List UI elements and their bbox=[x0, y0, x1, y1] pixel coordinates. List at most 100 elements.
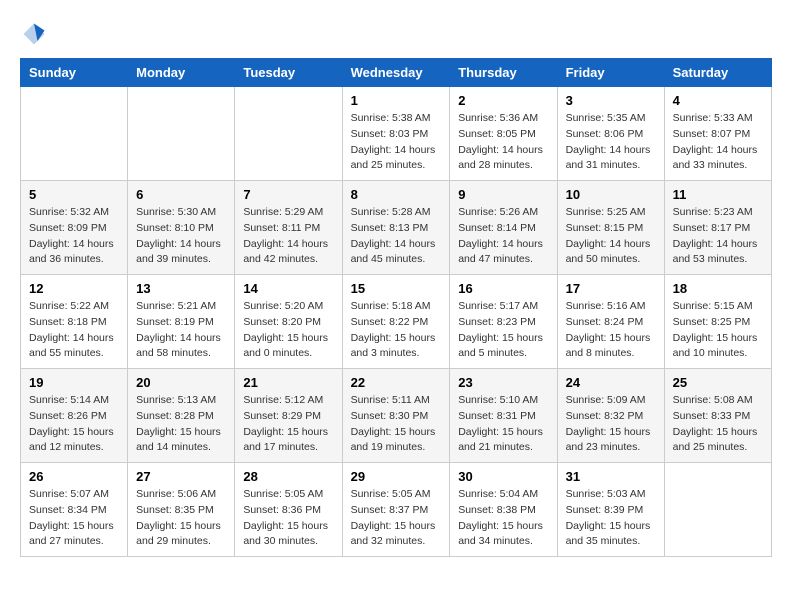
day-number: 19 bbox=[29, 375, 119, 390]
calendar-cell: 17 Sunrise: 5:16 AM Sunset: 8:24 PM Dayli… bbox=[557, 275, 664, 369]
day-number: 7 bbox=[243, 187, 333, 202]
day-number: 18 bbox=[673, 281, 763, 296]
day-info: Sunrise: 5:22 AM Sunset: 8:18 PM Dayligh… bbox=[29, 299, 119, 362]
calendar-cell bbox=[235, 87, 342, 181]
day-info: Sunrise: 5:14 AM Sunset: 8:26 PM Dayligh… bbox=[29, 393, 119, 456]
day-info: Sunrise: 5:08 AM Sunset: 8:33 PM Dayligh… bbox=[673, 393, 763, 456]
calendar-cell: 26Sunrise: 5:07 AM Sunset: 8:34 PM Dayli… bbox=[21, 463, 128, 557]
day-number: 9 bbox=[458, 187, 548, 202]
day-number: 23 bbox=[458, 375, 548, 390]
calendar-cell: 29 Sunrise: 5:05 AM Sunset: 8:37 PM Dayli… bbox=[342, 463, 450, 557]
weekday-header-sunday: Sunday bbox=[21, 59, 128, 87]
day-info: Sunrise: 5:26 AM Sunset: 8:14 PM Dayligh… bbox=[458, 205, 548, 268]
day-info: Sunrise: 5:17 AM Sunset: 8:23 PM Dayligh… bbox=[458, 299, 548, 362]
calendar-cell: 14Sunrise: 5:20 AM Sunset: 8:20 PM Dayli… bbox=[235, 275, 342, 369]
day-info: Sunrise: 5:23 AM Sunset: 8:17 PM Dayligh… bbox=[673, 205, 763, 268]
day-info: Sunrise: 5:09 AM Sunset: 8:32 PM Dayligh… bbox=[566, 393, 656, 456]
day-number: 10 bbox=[566, 187, 656, 202]
logo bbox=[20, 20, 52, 48]
calendar-cell: 19 Sunrise: 5:14 AM Sunset: 8:26 PM Dayli… bbox=[21, 369, 128, 463]
day-info: Sunrise: 5:36 AM Sunset: 8:05 PM Dayligh… bbox=[458, 111, 548, 174]
calendar-cell: 8 Sunrise: 5:28 AM Sunset: 8:13 PM Daylig… bbox=[342, 181, 450, 275]
day-number: 21 bbox=[243, 375, 333, 390]
day-info: Sunrise: 5:05 AM Sunset: 8:37 PM Dayligh… bbox=[351, 487, 442, 550]
day-number: 22 bbox=[351, 375, 442, 390]
day-info: Sunrise: 5:38 AM Sunset: 8:03 PM Dayligh… bbox=[351, 111, 442, 174]
calendar-cell: 30 Sunrise: 5:04 AM Sunset: 8:38 PM Dayli… bbox=[450, 463, 557, 557]
calendar-cell: 23 Sunrise: 5:10 AM Sunset: 8:31 PM Dayli… bbox=[450, 369, 557, 463]
day-info: Sunrise: 5:20 AM Sunset: 8:20 PM Dayligh… bbox=[243, 299, 333, 362]
calendar-cell: 12 Sunrise: 5:22 AM Sunset: 8:18 PM Dayli… bbox=[21, 275, 128, 369]
calendar-table: SundayMondayTuesdayWednesdayThursdayFrid… bbox=[20, 58, 772, 557]
calendar-cell: 20 Sunrise: 5:13 AM Sunset: 8:28 PM Dayli… bbox=[128, 369, 235, 463]
day-number: 17 bbox=[566, 281, 656, 296]
day-info: Sunrise: 5:05 AM Sunset: 8:36 PM Dayligh… bbox=[243, 487, 333, 550]
day-number: 24 bbox=[566, 375, 656, 390]
calendar-cell: 9 Sunrise: 5:26 AM Sunset: 8:14 PM Daylig… bbox=[450, 181, 557, 275]
day-info: Sunrise: 5:12 AM Sunset: 8:29 PM Dayligh… bbox=[243, 393, 333, 456]
calendar-cell: 11 Sunrise: 5:23 AM Sunset: 8:17 PM Dayli… bbox=[664, 181, 771, 275]
calendar-cell: 4Sunrise: 5:33 AM Sunset: 8:07 PM Daylig… bbox=[664, 87, 771, 181]
calendar-cell: 25Sunrise: 5:08 AM Sunset: 8:33 PM Dayli… bbox=[664, 369, 771, 463]
day-info: Sunrise: 5:32 AM Sunset: 8:09 PM Dayligh… bbox=[29, 205, 119, 268]
logo-icon bbox=[20, 20, 48, 48]
day-number: 20 bbox=[136, 375, 226, 390]
day-info: Sunrise: 5:13 AM Sunset: 8:28 PM Dayligh… bbox=[136, 393, 226, 456]
day-number: 31 bbox=[566, 469, 656, 484]
day-info: Sunrise: 5:04 AM Sunset: 8:38 PM Dayligh… bbox=[458, 487, 548, 550]
weekday-header-monday: Monday bbox=[128, 59, 235, 87]
day-number: 6 bbox=[136, 187, 226, 202]
day-number: 4 bbox=[673, 93, 763, 108]
day-number: 28 bbox=[243, 469, 333, 484]
day-info: Sunrise: 5:16 AM Sunset: 8:24 PM Dayligh… bbox=[566, 299, 656, 362]
day-number: 30 bbox=[458, 469, 548, 484]
calendar-cell: 28 Sunrise: 5:05 AM Sunset: 8:36 PM Dayli… bbox=[235, 463, 342, 557]
calendar-cell bbox=[21, 87, 128, 181]
day-info: Sunrise: 5:11 AM Sunset: 8:30 PM Dayligh… bbox=[351, 393, 442, 456]
weekday-header-friday: Friday bbox=[557, 59, 664, 87]
calendar-cell: 6 Sunrise: 5:30 AM Sunset: 8:10 PM Daylig… bbox=[128, 181, 235, 275]
day-info: Sunrise: 5:21 AM Sunset: 8:19 PM Dayligh… bbox=[136, 299, 226, 362]
day-info: Sunrise: 5:18 AM Sunset: 8:22 PM Dayligh… bbox=[351, 299, 442, 362]
calendar-cell: 3Sunrise: 5:35 AM Sunset: 8:06 PM Daylig… bbox=[557, 87, 664, 181]
day-info: Sunrise: 5:29 AM Sunset: 8:11 PM Dayligh… bbox=[243, 205, 333, 268]
day-number: 5 bbox=[29, 187, 119, 202]
day-number: 27 bbox=[136, 469, 226, 484]
week-row-5: 26Sunrise: 5:07 AM Sunset: 8:34 PM Dayli… bbox=[21, 463, 772, 557]
day-info: Sunrise: 5:10 AM Sunset: 8:31 PM Dayligh… bbox=[458, 393, 548, 456]
day-number: 13 bbox=[136, 281, 226, 296]
week-row-4: 19 Sunrise: 5:14 AM Sunset: 8:26 PM Dayli… bbox=[21, 369, 772, 463]
calendar-cell: 13 Sunrise: 5:21 AM Sunset: 8:19 PM Dayli… bbox=[128, 275, 235, 369]
day-number: 12 bbox=[29, 281, 119, 296]
weekday-header-tuesday: Tuesday bbox=[235, 59, 342, 87]
day-info: Sunrise: 5:06 AM Sunset: 8:35 PM Dayligh… bbox=[136, 487, 226, 550]
day-number: 11 bbox=[673, 187, 763, 202]
calendar-cell: 5 Sunrise: 5:32 AM Sunset: 8:09 PM Daylig… bbox=[21, 181, 128, 275]
calendar-cell bbox=[664, 463, 771, 557]
calendar-cell: 7 Sunrise: 5:29 AM Sunset: 8:11 PM Daylig… bbox=[235, 181, 342, 275]
calendar-cell: 24 Sunrise: 5:09 AM Sunset: 8:32 PM Dayli… bbox=[557, 369, 664, 463]
calendar-cell: 18 Sunrise: 5:15 AM Sunset: 8:25 PM Dayli… bbox=[664, 275, 771, 369]
calendar-cell: 2 Sunrise: 5:36 AM Sunset: 8:05 PM Daylig… bbox=[450, 87, 557, 181]
day-info: Sunrise: 5:28 AM Sunset: 8:13 PM Dayligh… bbox=[351, 205, 442, 268]
day-info: Sunrise: 5:30 AM Sunset: 8:10 PM Dayligh… bbox=[136, 205, 226, 268]
calendar-cell: 1Sunrise: 5:38 AM Sunset: 8:03 PM Daylig… bbox=[342, 87, 450, 181]
day-number: 3 bbox=[566, 93, 656, 108]
day-number: 2 bbox=[458, 93, 548, 108]
page-header bbox=[20, 20, 772, 48]
weekday-header-wednesday: Wednesday bbox=[342, 59, 450, 87]
week-row-1: 1Sunrise: 5:38 AM Sunset: 8:03 PM Daylig… bbox=[21, 87, 772, 181]
calendar-cell: 22 Sunrise: 5:11 AM Sunset: 8:30 PM Dayli… bbox=[342, 369, 450, 463]
weekday-header-saturday: Saturday bbox=[664, 59, 771, 87]
day-number: 8 bbox=[351, 187, 442, 202]
day-info: Sunrise: 5:15 AM Sunset: 8:25 PM Dayligh… bbox=[673, 299, 763, 362]
day-info: Sunrise: 5:25 AM Sunset: 8:15 PM Dayligh… bbox=[566, 205, 656, 268]
week-row-3: 12 Sunrise: 5:22 AM Sunset: 8:18 PM Dayli… bbox=[21, 275, 772, 369]
week-row-2: 5 Sunrise: 5:32 AM Sunset: 8:09 PM Daylig… bbox=[21, 181, 772, 275]
day-info: Sunrise: 5:03 AM Sunset: 8:39 PM Dayligh… bbox=[566, 487, 656, 550]
weekday-header-thursday: Thursday bbox=[450, 59, 557, 87]
day-info: Sunrise: 5:07 AM Sunset: 8:34 PM Dayligh… bbox=[29, 487, 119, 550]
day-number: 29 bbox=[351, 469, 442, 484]
day-number: 16 bbox=[458, 281, 548, 296]
day-number: 15 bbox=[351, 281, 442, 296]
